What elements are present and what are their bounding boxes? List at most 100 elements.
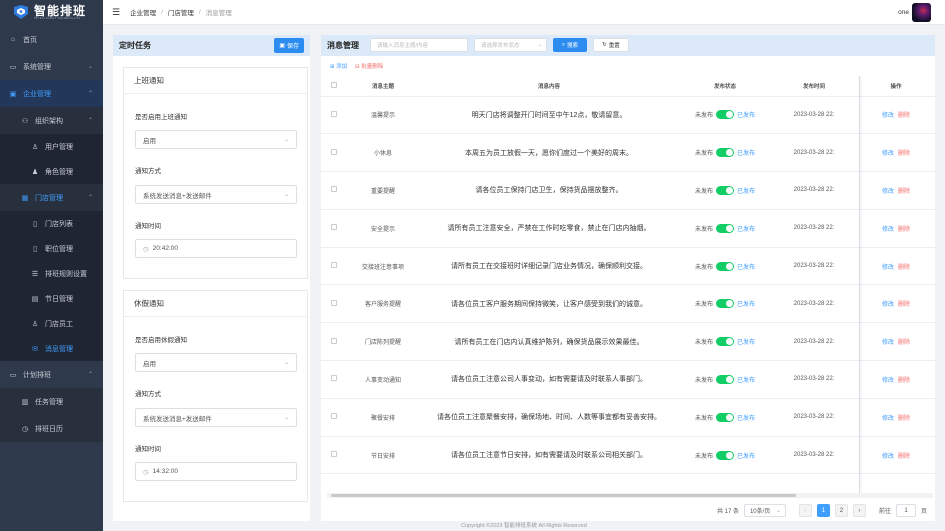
- row-checkbox[interactable]: [331, 148, 337, 155]
- sidebar-item-home[interactable]: ⌂ 首页: [0, 26, 103, 53]
- work-method-select[interactable]: 系统发送消息+发送邮件 ⌄: [135, 185, 297, 204]
- card-title: 上班通知: [124, 68, 307, 94]
- sidebar-item-holiday[interactable]: ▤ 节日管理: [0, 286, 103, 311]
- user-menu[interactable]: one: [898, 3, 931, 22]
- delete-link[interactable]: 删除: [898, 113, 910, 119]
- search-button[interactable]: ⌕ 搜索: [553, 38, 587, 52]
- sidebar-item-org[interactable]: ⚇ 组织架构 ⌃: [0, 107, 103, 134]
- edit-link[interactable]: 修改: [882, 302, 894, 308]
- sidebar-item-user-mgmt[interactable]: ♙ 用户管理: [0, 134, 103, 159]
- user-solid-icon: ♟: [31, 168, 39, 176]
- breadcrumb-item[interactable]: 门店管理: [168, 7, 194, 17]
- leave-method-select[interactable]: 系统发送消息+发送邮件 ⌄: [135, 408, 297, 427]
- save-button[interactable]: ▣ 保存: [274, 38, 304, 53]
- delete-link[interactable]: 删除: [898, 265, 910, 271]
- page-button[interactable]: 1: [816, 504, 830, 517]
- message-content: 请所有员工注意安全，严禁在工作时吃零食，禁止在门店内抽烟。: [419, 209, 679, 248]
- row-checkbox[interactable]: [331, 451, 337, 458]
- page-button[interactable]: 2: [834, 504, 848, 517]
- row-checkbox[interactable]: [331, 375, 337, 382]
- leave-time-picker[interactable]: ◷ 14:32:00: [135, 462, 297, 481]
- edit-link[interactable]: 修改: [882, 227, 894, 233]
- logo-icon: [12, 5, 30, 19]
- scrollbar-thumb[interactable]: [331, 494, 796, 497]
- edit-link[interactable]: 修改: [882, 378, 894, 384]
- add-button[interactable]: ⊞ 添加: [330, 62, 347, 70]
- horizontal-scrollbar[interactable]: [327, 493, 933, 498]
- sidebar-item-plan[interactable]: ▭ 计划排班 ⌃: [0, 361, 103, 388]
- delete-link[interactable]: 删除: [898, 227, 910, 233]
- goto-page-input[interactable]: 1: [895, 504, 916, 517]
- publish-toggle[interactable]: [716, 261, 734, 271]
- row-checkbox[interactable]: [331, 224, 337, 231]
- delete-link[interactable]: 删除: [898, 378, 910, 384]
- publish-time: 2023-03-28 22:: [771, 171, 857, 210]
- select-all-checkbox[interactable]: [331, 81, 337, 88]
- edit-link[interactable]: 修改: [882, 454, 894, 460]
- row-checkbox[interactable]: [331, 299, 337, 306]
- row-checkbox[interactable]: [331, 186, 337, 193]
- publish-toggle[interactable]: [716, 223, 734, 233]
- sidebar-item-calendar[interactable]: ◷ 排班日历: [0, 415, 103, 442]
- goto-label: 前往: [878, 509, 891, 515]
- sidebar-item-tasks[interactable]: ▥ 任务管理: [0, 388, 103, 415]
- search-input[interactable]: 请输入消息主题/内容: [370, 38, 468, 52]
- plus-square-icon: ⊞: [330, 64, 335, 70]
- delete-link[interactable]: 删除: [898, 416, 910, 422]
- publish-toggle[interactable]: [716, 299, 734, 309]
- monitor-icon: ▭: [9, 63, 17, 71]
- message-content: 请各位员工客户服务期间保持微笑，让客户感受到我们的诚意。: [419, 284, 679, 324]
- message-icon: ✉: [32, 345, 38, 353]
- publish-toggle[interactable]: [716, 374, 734, 384]
- publish-toggle[interactable]: [716, 185, 734, 195]
- sidebar-item-post-mgmt[interactable]: ▯ 职位管理: [0, 236, 103, 261]
- sidebar-item-staff[interactable]: ♙ 门店员工: [0, 311, 103, 336]
- work-time-picker[interactable]: ◷ 20:42:00: [135, 239, 297, 258]
- sidebar-item-label: 企业管理: [23, 90, 51, 98]
- delete-link[interactable]: 删除: [898, 151, 910, 157]
- sidebar-item-label: 首页: [23, 36, 37, 44]
- sidebar-item-message[interactable]: ✉ 消息管理: [0, 336, 103, 361]
- sidebar-item-store-list[interactable]: ▯ 门店列表: [0, 211, 103, 236]
- edit-link[interactable]: 修改: [882, 113, 894, 119]
- publish-toggle[interactable]: [716, 337, 734, 347]
- edit-link[interactable]: 修改: [882, 265, 894, 271]
- publish-toggle[interactable]: [716, 412, 734, 422]
- breadcrumb-item[interactable]: 企业管理: [130, 7, 156, 17]
- work-enable-select[interactable]: 启用 ⌄: [135, 130, 297, 149]
- row-checkbox[interactable]: [331, 262, 337, 269]
- delete-link[interactable]: 删除: [898, 454, 910, 460]
- publish-toggle[interactable]: [716, 148, 734, 158]
- menu-toggle-icon[interactable]: ☰: [112, 7, 120, 18]
- sidebar-item-enterprise[interactable]: ▣ 企业管理 ⌃: [0, 80, 103, 107]
- edit-link[interactable]: 修改: [882, 151, 894, 157]
- edit-link[interactable]: 修改: [882, 416, 894, 422]
- avatar[interactable]: [912, 3, 931, 22]
- sidebar-item-role-mgmt[interactable]: ♟ 角色管理: [0, 159, 103, 184]
- delete-link[interactable]: 删除: [898, 340, 910, 346]
- edit-link[interactable]: 修改: [882, 340, 894, 346]
- sidebar-item-store-mgmt[interactable]: ▦ 门店管理 ⌃: [0, 184, 103, 211]
- prev-page-button[interactable]: ‹: [798, 504, 812, 517]
- row-checkbox[interactable]: [331, 413, 337, 420]
- table-row: 交接班注意事项 请所有员工在交接班时详细记录门店业务情况，确保顺利交接。 未发布 已发…: [321, 247, 935, 286]
- next-page-button[interactable]: ›: [852, 504, 866, 517]
- delete-link[interactable]: 删除: [898, 302, 910, 308]
- publish-toggle[interactable]: [716, 450, 734, 460]
- reset-button[interactable]: ↻ 重置: [593, 38, 629, 52]
- leave-enable-select[interactable]: 启用 ⌄: [135, 353, 297, 372]
- status-select[interactable]: 请选择发布状态 ⌄: [474, 38, 547, 52]
- publish-toggle[interactable]: [716, 110, 734, 120]
- field-label: 通知时间: [135, 223, 161, 230]
- edit-link[interactable]: 修改: [882, 189, 894, 195]
- row-checkbox[interactable]: [331, 337, 337, 344]
- page-size-select[interactable]: 10条/页 ⌄: [743, 504, 786, 517]
- chevron-down-icon: ⌄: [775, 508, 781, 514]
- sidebar-item-system[interactable]: ▭ 系统管理 ⌄: [0, 53, 103, 80]
- message-content: 请各位员工注意节日安排，如有需要请及时联系公司相关部门。: [419, 436, 679, 475]
- batch-delete-button[interactable]: ⊟ 批量删除: [355, 62, 383, 70]
- row-checkbox[interactable]: [331, 110, 337, 117]
- delete-link[interactable]: 删除: [898, 189, 910, 195]
- sidebar-item-rules[interactable]: ☰ 排班规则设置: [0, 261, 103, 286]
- panel-title: 消息管理: [327, 41, 359, 50]
